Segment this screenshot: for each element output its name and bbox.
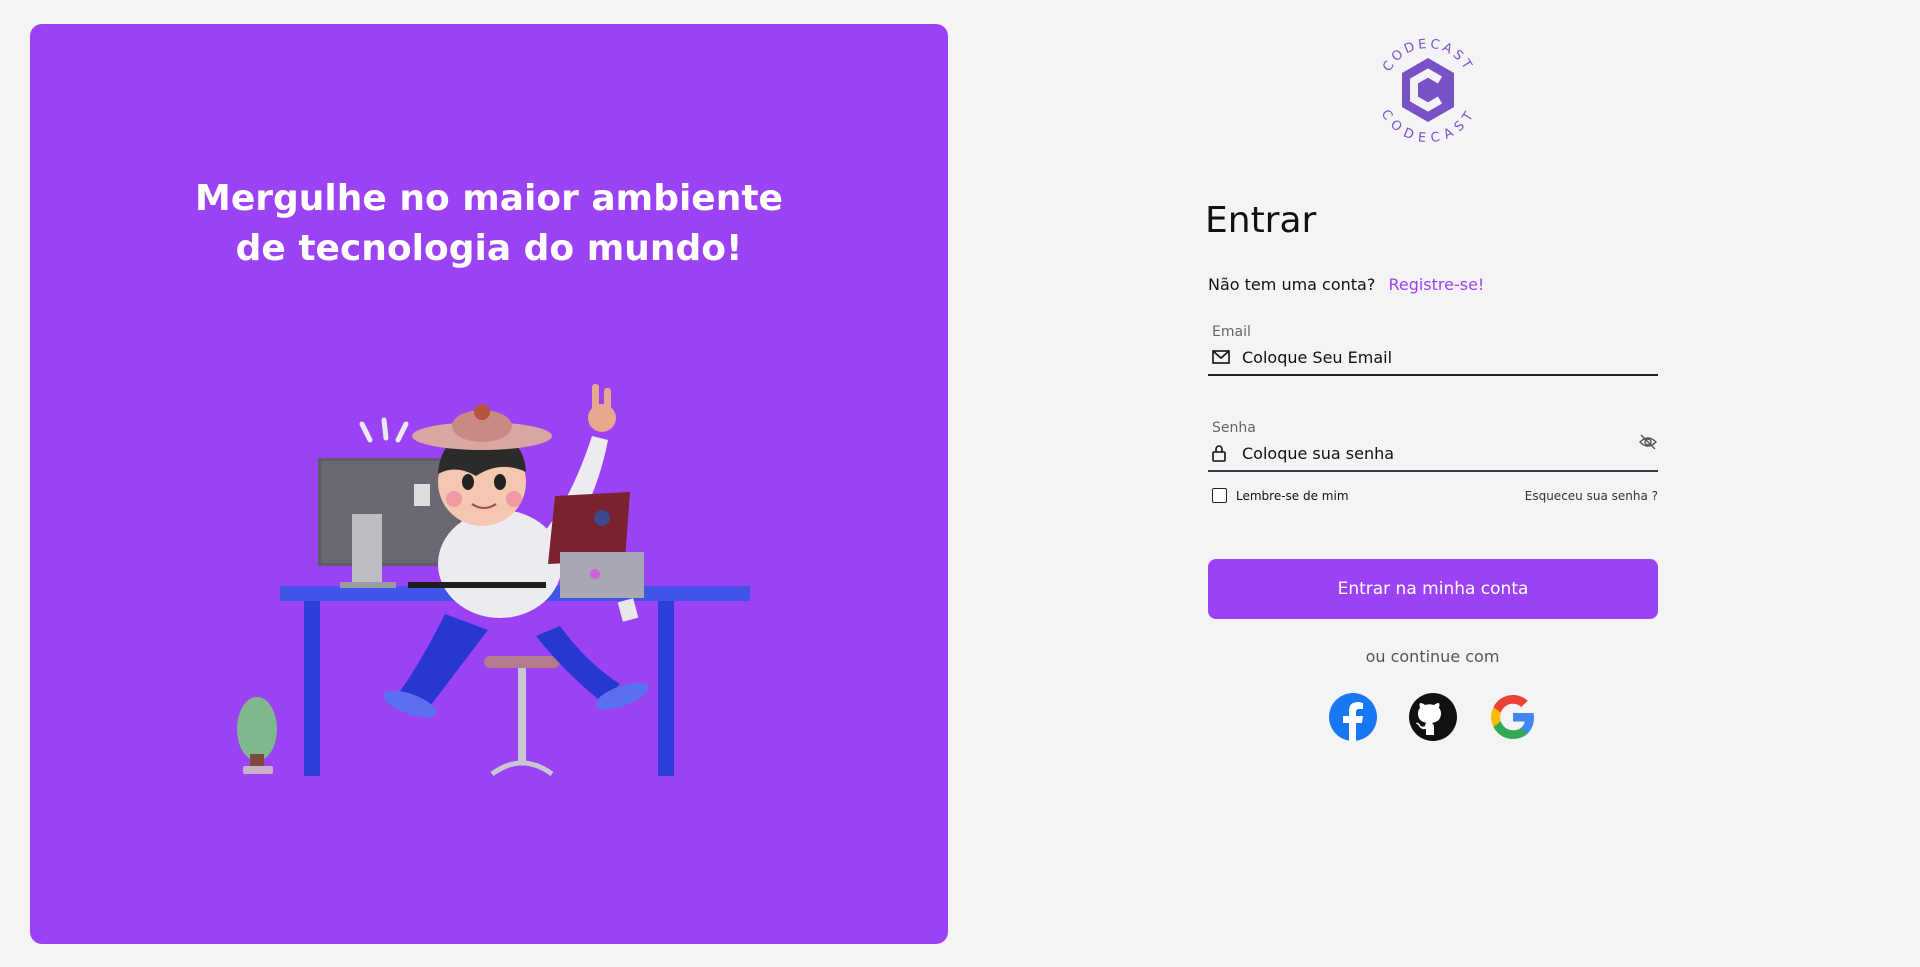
email-label: Email bbox=[1212, 324, 1251, 340]
github-icon[interactable] bbox=[1408, 692, 1458, 742]
codecast-logo: CODECAST CODECAST bbox=[1378, 37, 1476, 144]
hero-title-line1: Mergulhe no maior ambiente bbox=[195, 178, 783, 219]
envelope-icon bbox=[1212, 347, 1232, 367]
continue-with-text: ou continue com bbox=[1365, 647, 1500, 666]
register-prompt: Não tem uma conta? Registre-se! bbox=[1208, 275, 1660, 294]
page-title: Entrar bbox=[1205, 200, 1317, 241]
eye-off-icon[interactable] bbox=[1638, 432, 1658, 452]
login-form: Entrar Não tem uma conta? Registre-se! E… bbox=[1205, 200, 1660, 742]
email-input-row bbox=[1208, 340, 1658, 376]
password-input-row bbox=[1208, 436, 1658, 472]
forgot-password-link[interactable]: Esqueceu sua senha ? bbox=[1525, 489, 1658, 503]
email-field: Email bbox=[1208, 324, 1658, 376]
register-link[interactable]: Registre-se! bbox=[1388, 275, 1484, 294]
remember-label: Lembre-se de mim bbox=[1236, 488, 1349, 503]
hero-panel: Mergulhe no maior ambiente de tecnologia… bbox=[30, 24, 948, 944]
hero-title: Mergulhe no maior ambiente de tecnologia… bbox=[30, 174, 948, 274]
social-login bbox=[1205, 692, 1660, 742]
login-options: Lembre-se de mim Esqueceu sua senha ? bbox=[1208, 488, 1658, 503]
lock-icon bbox=[1212, 443, 1232, 463]
hero-title-line2: de tecnologia do mundo! bbox=[235, 228, 743, 269]
remember-me[interactable]: Lembre-se de mim bbox=[1212, 488, 1349, 503]
developer-at-desk-illustration bbox=[237, 384, 750, 777]
facebook-icon[interactable] bbox=[1328, 692, 1378, 742]
password-field: Senha bbox=[1208, 420, 1658, 472]
google-icon[interactable] bbox=[1488, 692, 1538, 742]
password-label: Senha bbox=[1212, 420, 1256, 436]
email-input[interactable] bbox=[1242, 347, 1658, 367]
password-input[interactable] bbox=[1242, 443, 1658, 463]
remember-checkbox[interactable] bbox=[1212, 488, 1227, 503]
submit-button[interactable]: Entrar na minha conta bbox=[1208, 559, 1658, 619]
no-account-text: Não tem uma conta? bbox=[1208, 275, 1376, 294]
